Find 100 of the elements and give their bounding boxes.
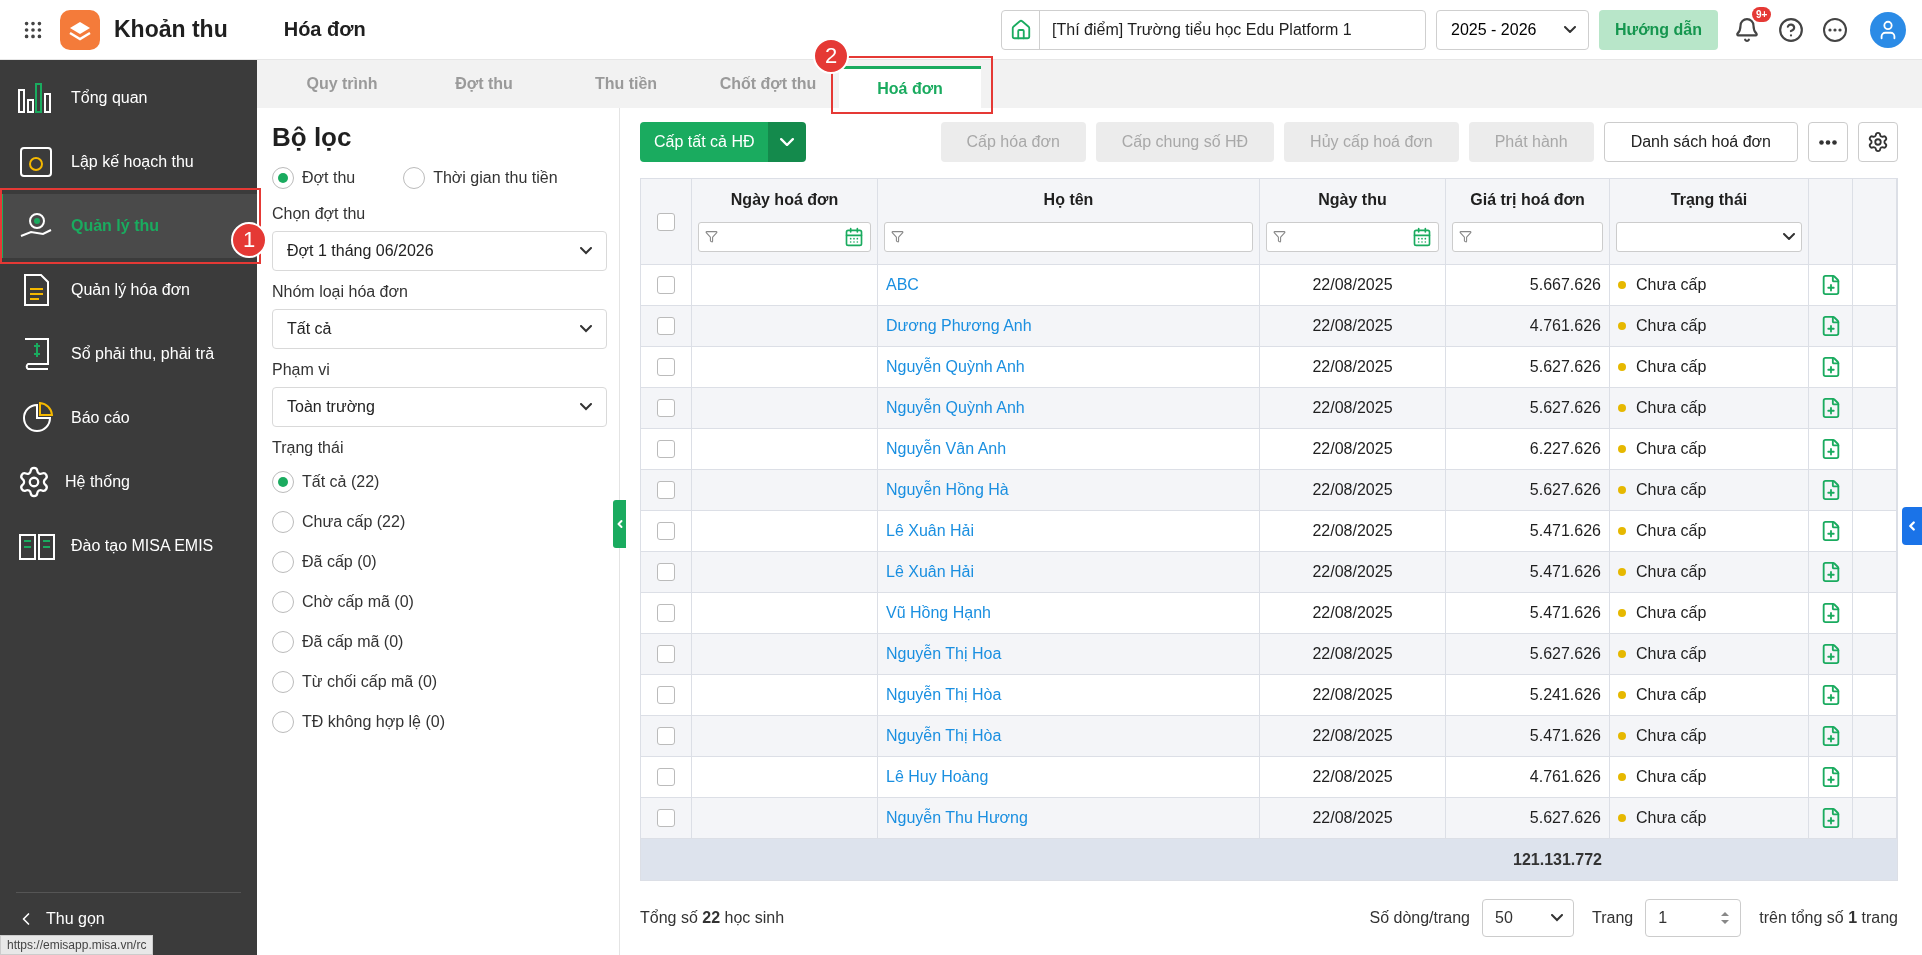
row-checkbox[interactable] xyxy=(657,809,675,827)
field-label: Chọn đợt thu xyxy=(272,205,367,223)
student-name-link[interactable]: Nguyễn Hồng Hà xyxy=(886,481,1009,499)
sidebar-item[interactable]: Hệ thống xyxy=(0,450,257,514)
student-name-link[interactable]: Nguyễn Quỳnh Anh xyxy=(886,358,1025,376)
field-label: Nhóm loại hóa đơn xyxy=(272,283,409,301)
user-avatar[interactable] xyxy=(1870,11,1906,48)
sidebar-item[interactable]: Quản lý hóa đơn xyxy=(0,258,257,322)
sidebar-item[interactable]: Sổ phải thu, phải trả xyxy=(0,322,257,386)
more-icon xyxy=(1819,139,1837,145)
radio-option[interactable]: Tất cả (22) xyxy=(272,471,607,493)
student-name-link[interactable]: Nguyễn Thu Hương xyxy=(886,809,1028,827)
student-name-link[interactable]: Lê Huy Hoàng xyxy=(886,768,989,786)
year-select[interactable]: 2025 - 2026 xyxy=(1436,9,1590,50)
issue-all-button[interactable]: Cấp tất cả HĐ xyxy=(640,122,769,162)
school-selector[interactable]: [Thí điểm] Trường tiểu học Edu Platform 1 xyxy=(1001,9,1427,50)
sidebar-item[interactable]: Tổng quan xyxy=(0,66,257,130)
student-name-link[interactable]: Dương Phương Anh xyxy=(886,317,1032,335)
chevron-down-icon xyxy=(580,403,592,411)
table-cell: 22/08/2025 xyxy=(1312,317,1393,335)
radio-option[interactable]: TĐ không hợp lệ (0) xyxy=(272,711,607,733)
table-cell: 22/08/2025 xyxy=(1312,727,1393,745)
status-label: Chưa cấp xyxy=(1618,727,1707,745)
table-cell: 5.627.626 xyxy=(1529,358,1601,376)
student-name-link[interactable]: Lê Xuân Hải xyxy=(886,563,975,581)
tab[interactable]: Thu tiền xyxy=(555,60,697,108)
dropdown-button[interactable] xyxy=(768,122,807,162)
tab[interactable]: Hoá đơn xyxy=(839,66,981,108)
student-name-link[interactable]: Lê Xuân Hải xyxy=(886,522,975,540)
date-filter-field[interactable] xyxy=(698,221,871,252)
row-checkbox[interactable] xyxy=(657,563,675,581)
student-count-text: Tổng số 22 học sinh xyxy=(640,909,785,927)
select-all-checkbox[interactable] xyxy=(657,212,675,231)
page-label: Trang xyxy=(1592,909,1634,927)
row-checkbox[interactable] xyxy=(657,276,675,294)
calendar-icon[interactable] xyxy=(1412,226,1432,247)
settings-button[interactable] xyxy=(1858,122,1898,162)
tab[interactable]: Quy trình xyxy=(271,60,413,108)
guide-button[interactable]: Hướng dẫn xyxy=(1599,9,1718,50)
status-label: Chưa cấp xyxy=(1618,481,1707,499)
side-panel-handle[interactable] xyxy=(1902,507,1922,545)
row-checkbox[interactable] xyxy=(657,686,675,704)
student-name-link[interactable]: Vũ Hồng Hạnh xyxy=(886,604,991,622)
table-cell: 5.667.626 xyxy=(1529,276,1601,294)
table-cell: 22/08/2025 xyxy=(1312,686,1393,704)
table-cell: 5.471.626 xyxy=(1529,604,1601,622)
student-name-link[interactable]: Nguyễn Vân Anh xyxy=(886,440,1007,458)
dropdown-select[interactable]: Đợt 1 tháng 06/2026 xyxy=(272,231,607,271)
student-name-link[interactable]: Nguyễn Thị Hoa xyxy=(886,645,1002,663)
radio-option[interactable]: Đã cấp mã (0) xyxy=(272,631,607,653)
row-checkbox[interactable] xyxy=(657,358,675,376)
row-checkbox[interactable] xyxy=(657,768,675,786)
student-name-link[interactable]: Nguyễn Quỳnh Anh xyxy=(886,399,1025,417)
radio-option[interactable]: Từ chối cấp mã (0) xyxy=(272,671,607,693)
row-checkbox[interactable] xyxy=(657,440,675,458)
radio-option[interactable]: Đã cấp (0) xyxy=(272,551,607,573)
status-label: Chưa cấp xyxy=(1618,317,1707,335)
row-checkbox[interactable] xyxy=(657,645,675,663)
dropdown-select[interactable]: Tất cả xyxy=(272,309,607,349)
filter-title: Bộ lọc xyxy=(272,122,353,153)
status-filter-select[interactable] xyxy=(1616,221,1802,252)
sidebar-item[interactable]: Lập kế hoạch thu xyxy=(0,130,257,194)
collapse-link[interactable]: Thu gọn xyxy=(46,910,105,928)
total-value: 121.131.772 xyxy=(1512,850,1602,869)
radio-option[interactable]: Chưa cấp (22) xyxy=(272,511,607,533)
stepper-icon[interactable] xyxy=(1720,910,1731,926)
chevron-down-icon xyxy=(580,325,592,333)
filter-field[interactable] xyxy=(884,221,1253,252)
student-name-link[interactable]: Nguyễn Thị Hòa xyxy=(886,686,1002,704)
tab[interactable]: Đợt thu xyxy=(413,60,555,108)
radio-option[interactable]: Chờ cấp mã (0) xyxy=(272,591,607,613)
student-name-link[interactable]: Nguyễn Thị Hòa xyxy=(886,727,1002,745)
row-checkbox[interactable] xyxy=(657,727,675,745)
more-button[interactable] xyxy=(1808,122,1848,162)
chevron-down-icon xyxy=(780,137,795,147)
row-checkbox[interactable] xyxy=(657,317,675,335)
row-checkbox[interactable] xyxy=(657,522,675,540)
filter-icon xyxy=(705,230,718,244)
dropdown-select[interactable]: Toàn trường xyxy=(272,387,607,427)
radio-option[interactable]: Đợt thu xyxy=(272,167,356,189)
row-checkbox[interactable] xyxy=(657,399,675,417)
radio-option[interactable]: Thời gian thu tiền xyxy=(403,167,558,189)
date-filter-field[interactable] xyxy=(1266,221,1439,252)
settings-icon xyxy=(17,465,51,499)
calendar-icon[interactable] xyxy=(844,226,864,247)
page-size-select[interactable]: 50 xyxy=(1482,899,1574,937)
row-checkbox[interactable] xyxy=(657,481,675,499)
column-header: Trạng thái xyxy=(1669,191,1749,210)
sidebar-item[interactable]: Báo cáo xyxy=(0,386,257,450)
collapse-handle[interactable] xyxy=(613,500,626,548)
chevron-down-icon xyxy=(1564,25,1577,34)
toolbar-button[interactable]: Danh sách hoá đơn xyxy=(1603,122,1798,162)
sidebar-item[interactable]: Đào tạo MISA EMIS xyxy=(0,514,257,578)
table-cell: 22/08/2025 xyxy=(1312,276,1393,294)
page-input[interactable]: 1 xyxy=(1645,899,1742,937)
filter-field[interactable] xyxy=(1452,221,1603,252)
row-checkbox[interactable] xyxy=(657,604,675,622)
table-cell: 22/08/2025 xyxy=(1312,522,1393,540)
student-name-link[interactable]: ABC xyxy=(886,276,919,294)
table-cell: 4.761.626 xyxy=(1529,768,1601,786)
